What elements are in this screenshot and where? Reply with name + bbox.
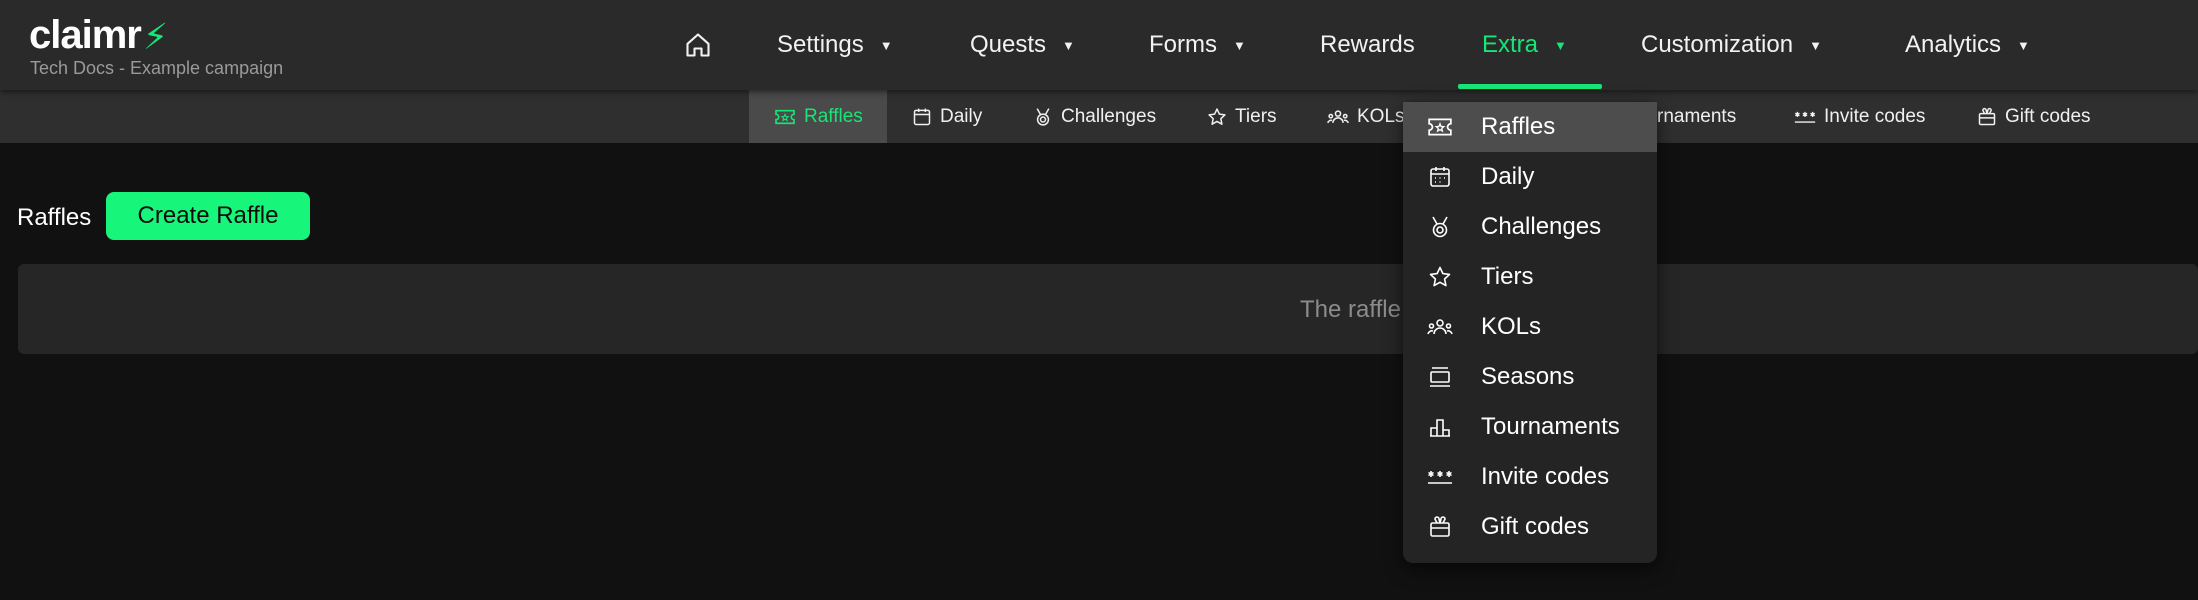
people-icon bbox=[1427, 315, 1453, 339]
seasons-icon bbox=[1427, 365, 1453, 389]
dropdown-item-tiers[interactable]: Tiers bbox=[1403, 252, 1657, 302]
podium-icon bbox=[1427, 415, 1453, 439]
dropdown-item-gift-codes[interactable]: Gift codes bbox=[1403, 502, 1657, 552]
nav-analytics[interactable]: Analytics ▼ bbox=[1905, 0, 2030, 90]
star-icon bbox=[1427, 265, 1453, 289]
dropdown-item-label: Invite codes bbox=[1481, 463, 1610, 490]
dropdown-item-label: KOLs bbox=[1481, 313, 1542, 340]
caret-down-icon: ▼ bbox=[1809, 37, 1822, 53]
nav-forms-label: Forms bbox=[1149, 31, 1217, 58]
caret-down-icon: ▼ bbox=[879, 37, 893, 53]
dropdown-item-seasons[interactable]: Seasons bbox=[1403, 352, 1657, 402]
people-icon bbox=[1327, 108, 1349, 126]
nav-extra-label: Extra bbox=[1482, 31, 1539, 58]
subnav-gift-codes-label: Gift codes bbox=[2005, 105, 2091, 127]
calendar-icon bbox=[912, 107, 932, 127]
subnav-tiers[interactable]: Tiers bbox=[1207, 90, 1277, 143]
nav-quests[interactable]: Quests ▼ bbox=[970, 0, 1075, 90]
subnav-tiers-label: Tiers bbox=[1235, 105, 1277, 127]
dropdown-item-invite-codes[interactable]: Invite codes bbox=[1403, 452, 1657, 502]
ticket-icon bbox=[774, 108, 796, 126]
asterisks-icon bbox=[1794, 109, 1816, 125]
subnav-gift-codes[interactable]: Gift codes bbox=[1977, 90, 2091, 143]
caret-down-icon: ▼ bbox=[1062, 37, 1075, 53]
create-raffle-button[interactable]: Create Raffle bbox=[106, 192, 310, 240]
gift-icon bbox=[1427, 515, 1453, 539]
dropdown-item-kols[interactable]: KOLs bbox=[1403, 302, 1657, 352]
nav-home[interactable] bbox=[684, 0, 712, 90]
subnav-tournaments-label: rnaments bbox=[1657, 105, 1737, 127]
nav-customization[interactable]: Customization ▼ bbox=[1641, 0, 1822, 90]
dropdown-item-daily[interactable]: Daily bbox=[1403, 152, 1657, 202]
subnav-raffles-label: Raffles bbox=[804, 105, 863, 127]
nav-rewards[interactable]: Rewards bbox=[1320, 0, 1415, 90]
medal-icon bbox=[1033, 107, 1053, 127]
subnav-kols[interactable]: KOLs bbox=[1327, 90, 1405, 143]
dropdown-item-challenges[interactable]: Challenges bbox=[1403, 202, 1657, 252]
caret-down-icon: ▼ bbox=[1554, 37, 1567, 53]
top-navbar: claimr ⚡ Tech Docs - Example campaign Set… bbox=[0, 0, 2198, 90]
nav-analytics-label: Analytics bbox=[1905, 31, 2002, 58]
dropdown-item-label: Tournaments bbox=[1481, 413, 1620, 440]
nav-forms[interactable]: Forms ▼ bbox=[1149, 0, 1246, 90]
lightning-icon: ⚡ bbox=[142, 16, 168, 57]
nav-customization-label: Customization bbox=[1641, 31, 1794, 58]
subnav-challenges[interactable]: Challenges bbox=[1033, 90, 1156, 143]
nav-rewards-label: Rewards bbox=[1320, 31, 1415, 58]
nav-settings-label: Settings bbox=[777, 31, 864, 58]
extra-dropdown-menu: Raffles Daily Challenges Tiers KOLs Seas… bbox=[1403, 101, 1657, 563]
dropdown-item-label: Daily bbox=[1481, 163, 1535, 190]
nav-quests-label: Quests bbox=[970, 31, 1047, 58]
dropdown-item-label: Challenges bbox=[1481, 213, 1602, 240]
dropdown-item-label: Tiers bbox=[1481, 263, 1534, 290]
nav-extra[interactable]: Extra ▼ bbox=[1482, 0, 1567, 90]
empty-state-text: The raffle bbox=[1300, 296, 1401, 323]
subnav-invite-codes[interactable]: Invite codes bbox=[1794, 90, 1925, 143]
dropdown-item-raffles[interactable]: Raffles bbox=[1403, 102, 1657, 152]
subnav-raffles[interactable]: Raffles bbox=[749, 90, 887, 143]
subnav-challenges-label: Challenges bbox=[1061, 105, 1157, 127]
empty-state-panel bbox=[18, 264, 2198, 354]
page-title: Raffles bbox=[17, 204, 92, 231]
subnav-kols-label: KOLs bbox=[1357, 105, 1405, 127]
dropdown-item-tournaments[interactable]: Tournaments bbox=[1403, 402, 1657, 452]
dropdown-item-label: Gift codes bbox=[1481, 513, 1590, 540]
calendar-icon bbox=[1427, 165, 1453, 189]
star-icon bbox=[1207, 107, 1227, 127]
sub-navbar: Raffles Daily Challenges Tiers KOLs rnam… bbox=[0, 90, 2198, 143]
dropdown-item-label: Seasons bbox=[1481, 363, 1575, 390]
gift-icon bbox=[1977, 107, 1997, 127]
campaign-subtitle: Tech Docs - Example campaign bbox=[30, 58, 284, 78]
subnav-daily[interactable]: Daily bbox=[912, 90, 982, 143]
ticket-icon bbox=[1427, 115, 1453, 139]
subnav-daily-label: Daily bbox=[940, 105, 983, 127]
nav-settings[interactable]: Settings ▼ bbox=[777, 0, 893, 90]
caret-down-icon: ▼ bbox=[2017, 37, 2030, 53]
subnav-invite-codes-label: Invite codes bbox=[1824, 105, 1926, 127]
home-icon bbox=[684, 31, 712, 59]
brand-logo[interactable]: claimr ⚡ bbox=[29, 13, 168, 57]
brand-name: claimr bbox=[29, 13, 142, 57]
asterisks-icon bbox=[1427, 465, 1453, 489]
medal-icon bbox=[1427, 215, 1453, 239]
subnav-tournaments[interactable]: rnaments bbox=[1657, 90, 1736, 143]
active-nav-indicator bbox=[1458, 84, 1602, 89]
caret-down-icon: ▼ bbox=[1233, 37, 1246, 53]
dropdown-item-label: Raffles bbox=[1481, 113, 1556, 140]
